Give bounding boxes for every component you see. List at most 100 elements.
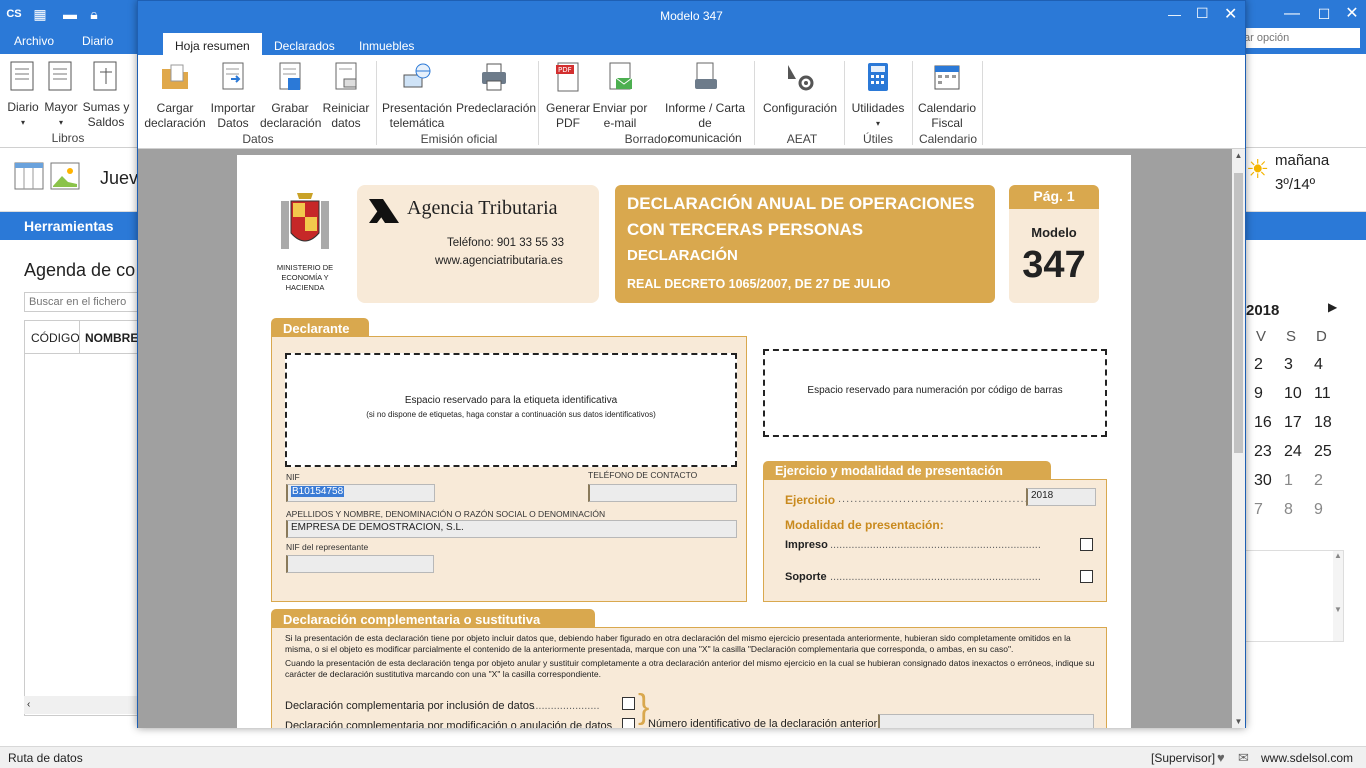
svg-text:PDF: PDF (558, 66, 572, 74)
calendar-day[interactable]: 3 (1284, 356, 1293, 374)
folder-quick-icon[interactable]: ▬ (62, 6, 78, 22)
calendar-day[interactable]: 16 (1254, 414, 1272, 432)
configuracion-button[interactable]: Configuración (760, 61, 840, 116)
window-maximize-icon[interactable]: ☐ (1196, 5, 1209, 22)
pdf-icon: PDF (556, 62, 579, 92)
name-label: APELLIDOS Y NOMBRE, DENOMINACIÓN O RAZÓN… (286, 509, 606, 519)
cargar-declaracion-button[interactable]: Cargar declaración (144, 61, 206, 131)
calendar-day[interactable]: 2 (1314, 472, 1323, 490)
inclusion-dots: ........................... (517, 700, 600, 712)
window-minimize-icon[interactable]: — (1168, 7, 1181, 22)
scroll-down-icon[interactable]: ▼ (1232, 717, 1245, 726)
presentacion-telematica-button[interactable]: Presentación telemática (382, 61, 452, 131)
table-body (24, 354, 139, 716)
calendar-day[interactable]: 18 (1314, 414, 1332, 432)
barcode-reserved-text: Espacio reservado para numeración por có… (807, 385, 1063, 396)
calendar-day[interactable]: 25 (1314, 443, 1332, 461)
calendar-day[interactable]: 11 (1314, 385, 1331, 403)
import-icon (222, 62, 244, 90)
notes-scrollbar[interactable]: ▲ ▼ (1333, 551, 1343, 641)
ribbon-diario-button[interactable]: Diario ▾ (6, 60, 40, 130)
num-ident-field[interactable] (878, 714, 1094, 728)
column-nombre[interactable]: NOMBRE (85, 331, 138, 345)
status-url[interactable]: www.sdelsol.com (1261, 751, 1353, 765)
inclusion-checkbox[interactable] (622, 697, 635, 710)
tab-diario[interactable]: Diario (82, 34, 113, 48)
scroll-thumb[interactable] (1234, 173, 1243, 453)
soporte-dots: ........................................… (830, 571, 1041, 583)
heart-icon[interactable]: ♥ (1217, 750, 1225, 765)
agency-phone: Teléfono: 901 33 55 33 (447, 237, 565, 249)
calendar-day[interactable]: 30 (1254, 472, 1272, 490)
image-icon[interactable] (50, 162, 80, 190)
nif-value: B10154758 (291, 486, 345, 497)
cargar-label: Cargar declaración (144, 101, 206, 130)
search-option-input[interactable] (1240, 28, 1360, 48)
tab-hoja-resumen[interactable]: Hoja resumen (163, 33, 262, 55)
impreso-checkbox[interactable] (1080, 538, 1093, 551)
agenda-title: Agenda de co (24, 260, 136, 280)
enviar-email-button[interactable]: Enviar por e-mail (592, 61, 648, 131)
scroll-up-icon[interactable]: ▲ (1232, 151, 1245, 160)
group-libros: Libros (51, 131, 85, 145)
tab-archivo[interactable]: Archivo (14, 34, 54, 48)
minimize-icon[interactable]: — (1284, 6, 1300, 22)
calendar-quick-icon[interactable]: ▦ (32, 6, 48, 22)
utilidades-button[interactable]: Utilidades ▾ (848, 61, 908, 131)
ribbon-mayor-button[interactable]: Mayor ▾ (44, 60, 78, 130)
ribbon-separator (982, 61, 983, 145)
form-vscrollbar[interactable]: ▲ ▼ (1232, 149, 1245, 728)
next-month-icon[interactable]: ▶ (1328, 300, 1337, 314)
reiniciar-datos-button[interactable]: Reiniciar datos (322, 61, 370, 131)
calendar-day[interactable]: 10 (1284, 385, 1302, 403)
ribbon-sumas-label: Sumas y Saldos (82, 100, 130, 129)
ejercicio-value: 2018 (1031, 490, 1054, 501)
calendar-day[interactable]: 7 (1254, 501, 1263, 519)
rep-nif-field[interactable] (286, 555, 434, 573)
name-value: EMPRESA DE DEMOSTRACION, S.L. (291, 522, 464, 533)
calendario-fiscal-button[interactable]: Calendario Fiscal (916, 61, 978, 131)
calendar-day[interactable]: 8 (1284, 501, 1293, 519)
calendario-label: Calendario Fiscal (917, 101, 977, 130)
table-icon[interactable] (14, 162, 44, 190)
window-title: Modelo 347 (660, 9, 723, 23)
nif-field[interactable]: B10154758 (286, 484, 435, 502)
calendar-day[interactable]: 2 (1254, 356, 1263, 374)
calendar-day[interactable]: 9 (1314, 501, 1323, 519)
tab-declarados[interactable]: Declarados (262, 33, 347, 55)
calendar-day[interactable]: 1 (1284, 472, 1293, 490)
window-close-icon[interactable]: ✕ (1224, 4, 1237, 24)
calendar-day[interactable]: 9 (1254, 385, 1263, 403)
lock-icon[interactable]: 🔒︎ (86, 6, 102, 22)
calculator-icon (868, 63, 888, 91)
column-codigo[interactable]: CÓDIGO (31, 331, 80, 345)
calendar-weekday: S (1286, 328, 1297, 345)
calendar-day[interactable]: 23 (1254, 443, 1272, 461)
modelo-number: 347 (1022, 244, 1086, 286)
maximize-icon[interactable]: ☐ (1316, 6, 1332, 22)
ribbon-sumas-button[interactable]: Sumas y Saldos (82, 60, 130, 130)
soporte-checkbox[interactable] (1080, 570, 1093, 583)
mail-icon[interactable]: ✉ (1238, 750, 1249, 766)
search-file-input[interactable] (24, 292, 139, 312)
group-calendario: Calendario (918, 132, 978, 146)
name-field[interactable]: EMPRESA DE DEMOSTRACION, S.L. (286, 520, 737, 538)
generar-pdf-button[interactable]: PDF Generar PDF (542, 61, 594, 131)
agency-web[interactable]: www.agenciatributaria.es (435, 255, 563, 267)
ejercicio-field[interactable]: 2018 (1026, 488, 1096, 506)
impreso-dots: ........................................… (830, 539, 1041, 551)
calendar-day[interactable]: 24 (1284, 443, 1302, 461)
calendar-day[interactable]: 17 (1284, 414, 1302, 432)
phone-field[interactable] (588, 484, 737, 502)
importar-datos-button[interactable]: Importar Datos (208, 61, 258, 131)
modification-checkbox[interactable] (622, 718, 635, 728)
label-reserved-subtext: (si no dispone de etiquetas, haga consta… (366, 410, 656, 419)
modelo-347-window: Modelo 347 — ☐ ✕ Hoja resumen Declarados… (137, 0, 1246, 728)
calendar-day[interactable]: 4 (1314, 356, 1323, 374)
close-icon[interactable]: ✕ (1344, 6, 1360, 22)
grabar-declaracion-button[interactable]: Grabar declaración (260, 61, 321, 131)
configuracion-label: Configuración (762, 101, 838, 115)
h-scrollbar[interactable]: ‹ (24, 696, 139, 714)
tab-inmuebles[interactable]: Inmuebles (347, 33, 426, 55)
predeclaracion-button[interactable]: Predeclaración (456, 61, 536, 116)
